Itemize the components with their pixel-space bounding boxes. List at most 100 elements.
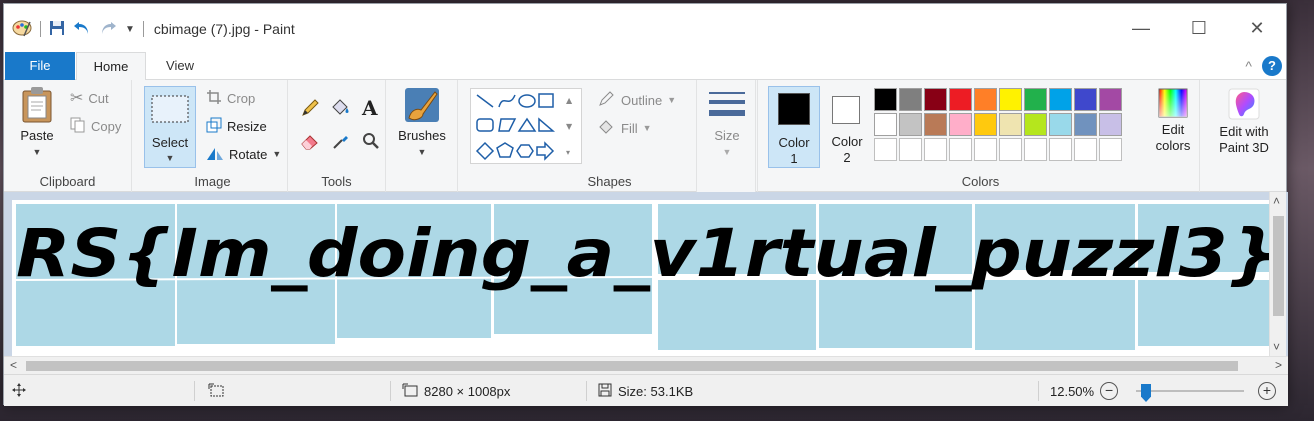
color-palette <box>874 88 1122 161</box>
copy-button[interactable]: Copy <box>70 116 121 136</box>
custom-color-slot[interactable] <box>924 138 947 161</box>
select-dropdown-icon[interactable]: ▼ <box>145 153 195 163</box>
text-tool-icon[interactable]: A <box>362 96 378 120</box>
zoom-in-button[interactable]: + <box>1258 382 1276 400</box>
paint3d-label-line2: Paint 3D <box>1219 140 1269 155</box>
fill-dropdown-icon[interactable]: ▼ <box>643 123 652 133</box>
palette-swatch[interactable] <box>874 88 897 111</box>
palette-swatch[interactable] <box>999 113 1022 136</box>
scissors-icon: ✂ <box>70 90 84 107</box>
resize-label: Resize <box>227 118 267 134</box>
brushes-dropdown-icon[interactable]: ▼ <box>394 144 450 160</box>
palette-swatch[interactable] <box>1049 88 1072 111</box>
zoom-out-button[interactable]: − <box>1100 382 1119 400</box>
color2-button[interactable]: Color 2 <box>822 86 872 168</box>
image-group-label: Image <box>194 174 231 189</box>
cursor-position <box>12 375 26 407</box>
brushes-button[interactable]: Brushes ▼ <box>394 86 450 160</box>
scroll-up-icon[interactable]: ˄ <box>1273 194 1280 208</box>
zoom-slider-track[interactable] <box>1136 390 1244 392</box>
palette-swatch[interactable] <box>1024 88 1047 111</box>
paint3d-group: Edit with Paint 3D <box>1204 80 1284 192</box>
vertical-scrollbar[interactable]: ˄ ˅ <box>1269 192 1286 356</box>
outline-button[interactable]: Outline ▼ <box>598 90 676 110</box>
help-button[interactable]: ? <box>1262 56 1282 76</box>
select-rectangle-icon <box>151 95 189 123</box>
rotate-dropdown-icon[interactable]: ▼ <box>272 149 281 159</box>
redo-icon[interactable] <box>99 20 117 39</box>
custom-color-slot[interactable] <box>1099 138 1122 161</box>
palette-swatch[interactable] <box>874 113 897 136</box>
customize-qat-icon[interactable]: ▼ <box>125 24 135 35</box>
palette-swatch[interactable] <box>974 88 997 111</box>
scroll-left-icon[interactable]: < <box>10 358 17 372</box>
maximize-button[interactable]: ☐ <box>1170 4 1228 52</box>
paint-app-icon[interactable] <box>12 19 32 40</box>
custom-color-slot[interactable] <box>874 138 897 161</box>
tab-home[interactable]: Home <box>76 52 146 81</box>
palette-swatch[interactable] <box>1099 88 1122 111</box>
paste-dropdown-icon[interactable]: ▼ <box>14 144 60 160</box>
custom-color-slot[interactable] <box>999 138 1022 161</box>
palette-swatch[interactable] <box>1074 113 1097 136</box>
custom-color-slot[interactable] <box>1049 138 1072 161</box>
palette-swatch[interactable] <box>949 113 972 136</box>
color1-button[interactable]: Color 1 <box>768 86 820 168</box>
palette-swatch[interactable] <box>949 88 972 111</box>
paste-icon <box>22 87 52 123</box>
rotate-button[interactable]: Rotate ▼ <box>206 144 281 164</box>
zoom-level-text: 12.50% <box>1050 383 1095 399</box>
palette-swatch[interactable] <box>899 113 922 136</box>
palette-swatch[interactable] <box>999 88 1022 111</box>
palette-swatch[interactable] <box>974 113 997 136</box>
size-button[interactable]: Size ▼ <box>703 88 751 160</box>
paint3d-icon <box>1228 88 1260 120</box>
fill-bucket-icon[interactable] <box>330 98 350 121</box>
vertical-scroll-thumb[interactable] <box>1273 216 1284 316</box>
fill-label: Fill <box>621 120 638 136</box>
palette-swatch[interactable] <box>1049 113 1072 136</box>
undo-icon[interactable] <box>73 20 91 39</box>
scroll-right-icon[interactable]: > <box>1275 358 1282 372</box>
custom-color-slot[interactable] <box>1074 138 1097 161</box>
edit-colors-button[interactable]: Edit colors <box>1150 88 1196 154</box>
tools-group: A Tools <box>288 80 386 192</box>
resize-button[interactable]: Resize <box>206 116 267 136</box>
image-canvas[interactable]: RS{Im_doing_a_v1rtual_puzzl3} <box>12 200 1280 356</box>
eraser-icon[interactable] <box>300 132 320 153</box>
custom-color-slot[interactable] <box>974 138 997 161</box>
tab-view[interactable]: View <box>149 52 211 80</box>
select-button[interactable]: Select ▼ <box>144 86 196 168</box>
pencil-icon[interactable] <box>300 98 320 121</box>
scroll-down-icon[interactable]: ˅ <box>1273 340 1280 354</box>
collapse-ribbon-icon[interactable]: ^ <box>1245 58 1252 74</box>
save-icon[interactable] <box>49 20 65 39</box>
custom-color-slot[interactable] <box>949 138 972 161</box>
cut-button[interactable]: ✂ Cut <box>70 88 109 108</box>
palette-swatch[interactable] <box>924 113 947 136</box>
palette-swatch[interactable] <box>1024 113 1047 136</box>
color-picker-icon[interactable] <box>332 132 350 153</box>
tab-file[interactable]: File <box>5 52 75 80</box>
palette-swatch[interactable] <box>924 88 947 111</box>
flag-text: RS{Im_doing_a_v1rtual_puzzl3} <box>16 215 1278 292</box>
outline-dropdown-icon[interactable]: ▼ <box>667 95 676 105</box>
magnifier-icon[interactable] <box>362 132 380 153</box>
horizontal-scroll-thumb[interactable] <box>26 361 1238 371</box>
palette-swatch[interactable] <box>899 88 922 111</box>
close-button[interactable]: ✕ <box>1228 4 1286 52</box>
paste-button[interactable]: Paste ▼ <box>14 86 60 160</box>
zoom-slider-thumb[interactable] <box>1141 384 1151 402</box>
custom-color-slot[interactable] <box>1024 138 1047 161</box>
shapes-gallery[interactable]: ▲ ▼ ▾ <box>470 88 582 164</box>
palette-swatch[interactable] <box>1074 88 1097 111</box>
edit-with-paint3d-button[interactable]: Edit with Paint 3D <box>1208 88 1280 156</box>
horizontal-scrollbar[interactable]: < > <box>4 356 1288 374</box>
custom-color-slot[interactable] <box>899 138 922 161</box>
fill-button[interactable]: Fill ▼ <box>598 118 652 138</box>
palette-swatch[interactable] <box>1099 113 1122 136</box>
minimize-button[interactable]: — <box>1112 4 1170 52</box>
status-divider-3 <box>586 381 587 401</box>
size-dropdown-icon[interactable]: ▼ <box>703 144 751 160</box>
crop-button[interactable]: Crop <box>206 88 255 108</box>
